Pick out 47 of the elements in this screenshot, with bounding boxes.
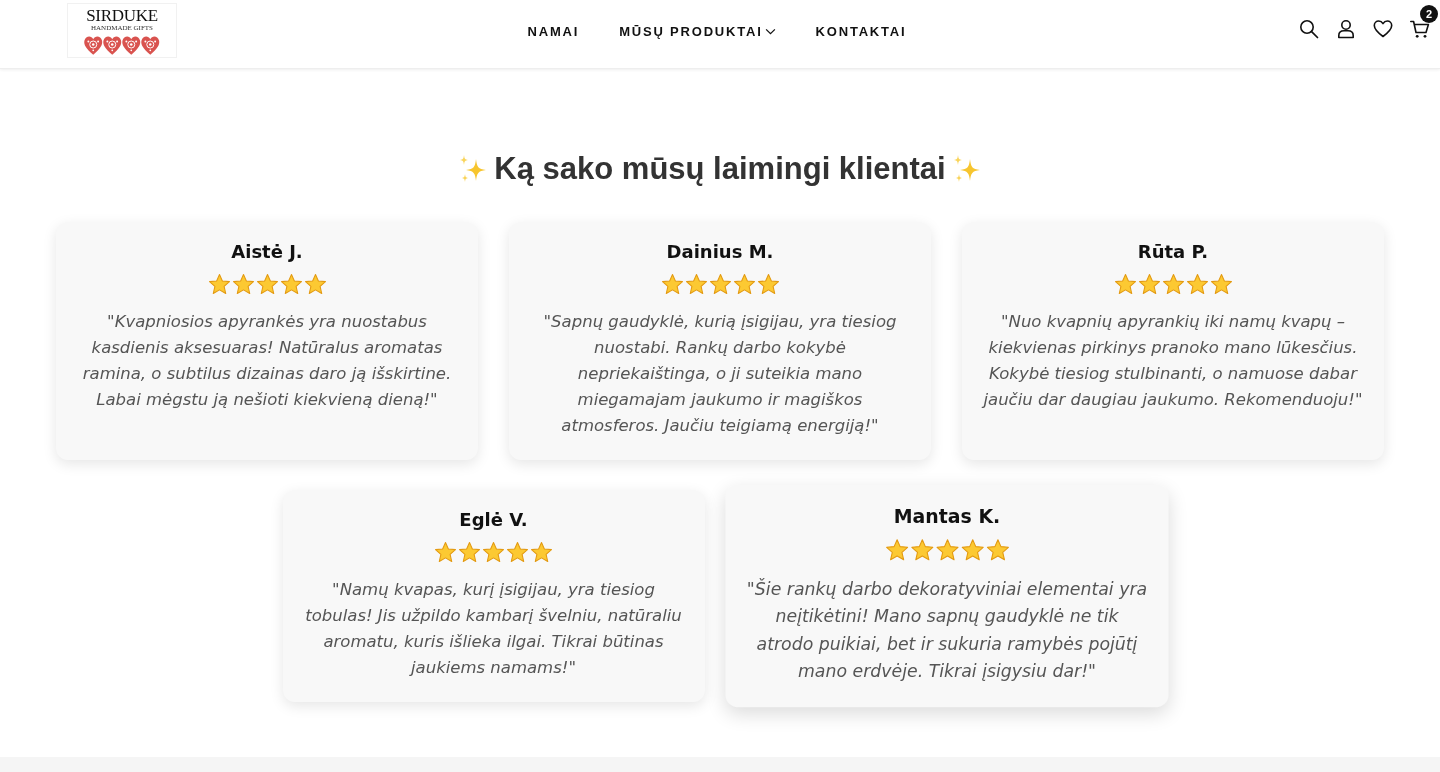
star-icon — [279, 273, 303, 296]
star-icon — [884, 538, 909, 563]
star-icon — [909, 538, 934, 563]
review-quote: "Nuo kvapnių apyrankių iki namų kvapų – kiekvienas pirkinys pranoko mano lūkesčius. Kokybė tiesiog stulbinanti, o namuose dabar jaučiu dar daugiau jaukumo. Rekomenduoju!" — [982, 311, 1364, 411]
star-icon — [684, 273, 708, 296]
star-icon — [1137, 273, 1161, 296]
lace-hearts-icon — [83, 34, 161, 56]
star-icon — [660, 273, 684, 296]
star-icon — [530, 541, 553, 564]
star-icon — [207, 273, 231, 296]
search-icon[interactable] — [1299, 19, 1319, 39]
star-icon — [756, 273, 780, 296]
nav-link[interactable]: MŪSŲ PRODUKTAI — [619, 23, 776, 39]
star-icon — [959, 538, 984, 563]
star-icon — [255, 273, 279, 296]
star-icon — [458, 541, 481, 564]
star-icon — [934, 538, 959, 563]
star-icon — [1209, 273, 1233, 296]
reviewer-name: Mantas K. — [893, 503, 1000, 529]
reviewer-name: Eglė V. — [459, 508, 528, 532]
nav-link[interactable]: NAMAI — [527, 23, 580, 39]
star-icon — [1185, 273, 1209, 296]
star-icon — [1161, 273, 1185, 296]
chevron-down-icon — [764, 27, 776, 35]
review-quote: "Kvapniosios apyrankės yra nuostabus kasdienis aksesuaras! Natūralus aromatas ramina, o subtilus dizainas daro ją išskirtine. Labai mėgstu ją nešioti kiekvieną dieną!" — [81, 311, 453, 411]
reviewer-name: Rūta P. — [1137, 240, 1209, 264]
star-icon — [482, 541, 505, 564]
heart-icon[interactable] — [1373, 19, 1393, 39]
cart-icon[interactable] — [1410, 19, 1430, 39]
star-icon — [708, 273, 732, 296]
star-icon — [506, 541, 529, 564]
review-quote: "Sapnų gaudyklė, kurią įsigijau, yra tiesiog nuostabi. Rankų darbo kokybė nepriekaištinga, o ji suteikia mano miegamajam jaukumo ir magiškos atmosferos. Jaučiu teigiamą energiją!" — [542, 311, 898, 437]
reviewer-name: Aistė J. — [231, 240, 303, 264]
nav-link[interactable]: KONTAKTAI — [815, 23, 907, 39]
star-icon — [984, 538, 1009, 563]
star-icon — [434, 541, 457, 564]
star-icon — [732, 273, 756, 296]
section-heading: Ką sako mūsų laimingi klientai — [494, 150, 946, 188]
star-icon — [303, 273, 327, 296]
review-quote: "Šie rankų darbo dekoratyviniai elementai yra neįtikėtini! Mano sapnų gaudyklė ne tik atrodo puikiai, bet ir sukuria ramybės pojūtį mano erdvėje. Tikrai įsigysiu dar!" — [745, 577, 1148, 684]
star-icon — [1113, 273, 1137, 296]
logo-wordmark: SIRDUKE — [86, 7, 158, 24]
star-icon — [231, 273, 255, 296]
user-icon[interactable] — [1336, 19, 1356, 39]
cart-count-badge: 2 — [1420, 5, 1438, 23]
reviewer-name: Dainius M. — [666, 240, 774, 264]
review-quote: "Namų kvapas, kurį įsigijau, yra tiesiog tobulas! Jis užpildo kambarį švelniu, natūraliu aromatu, kuris išlieka ilgai. Tikrai būtinas jaukiems namams!" — [304, 579, 683, 679]
